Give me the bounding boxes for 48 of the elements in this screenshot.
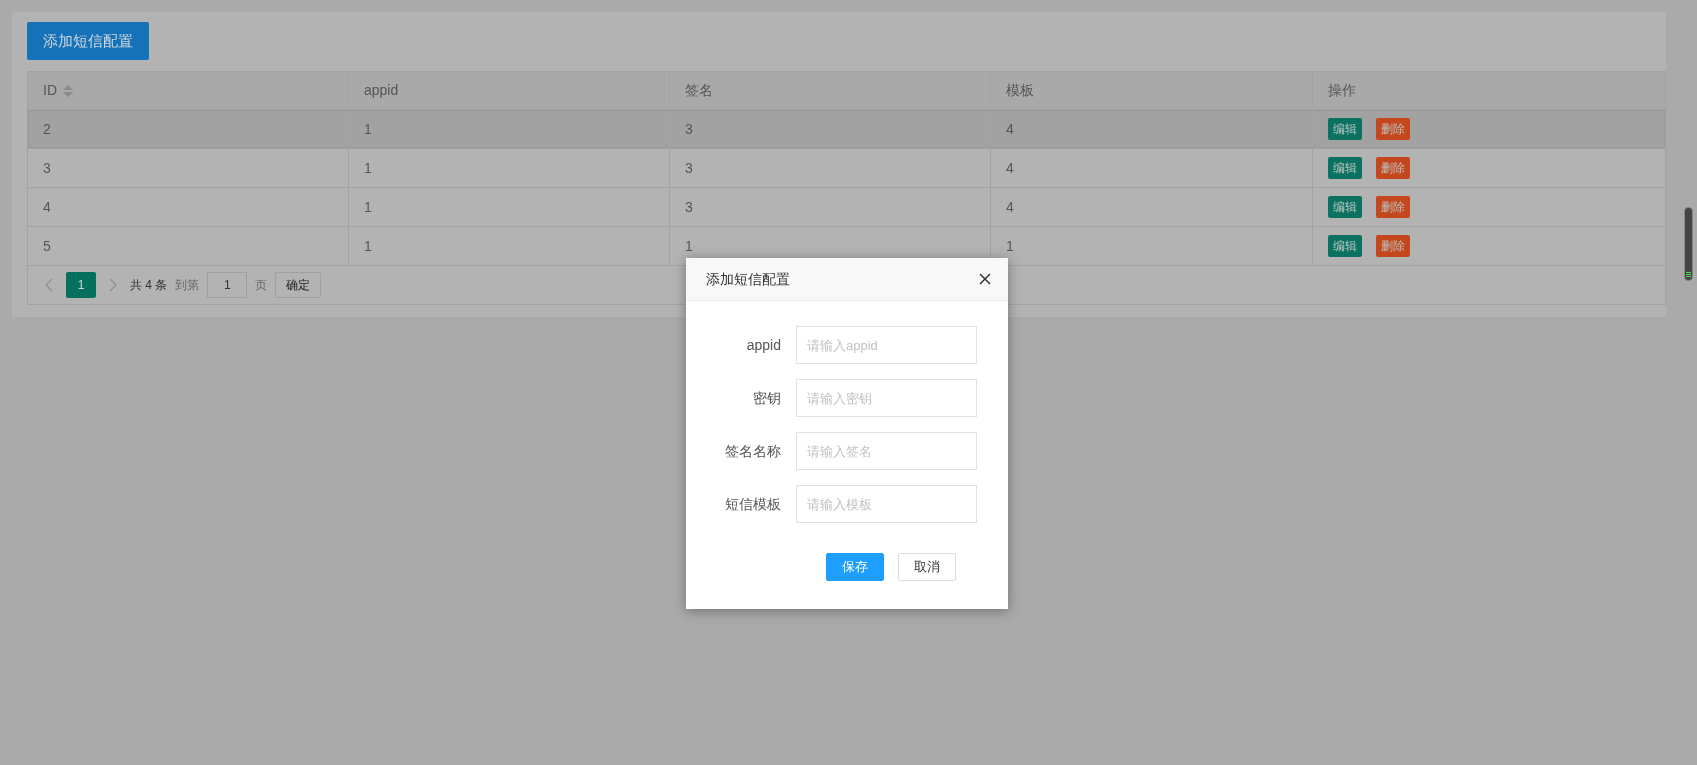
page-unit-label: 页 — [255, 277, 268, 294]
field-label: 密钥 — [752, 388, 781, 408]
save-button[interactable]: 保存 — [826, 553, 884, 581]
cancel-button[interactable]: 取消 — [898, 553, 956, 581]
table-cell-text: 1 — [364, 197, 372, 217]
table-cell-text: 1 — [1006, 236, 1014, 256]
column-header: 操作 — [1328, 81, 1356, 100]
table-cell-text: 1 — [364, 236, 372, 256]
goto-label: 到第 — [175, 277, 200, 294]
field-label: appid — [745, 335, 781, 355]
edit-button[interactable]: 编辑 — [1328, 157, 1362, 179]
delete-button[interactable]: 删除 — [1376, 196, 1410, 218]
table-cell-text: 4 — [43, 197, 51, 217]
prev-page-icon[interactable] — [45, 278, 53, 292]
table-cell-text: 2 — [43, 119, 51, 139]
add-button[interactable]: 添加短信配置 — [27, 22, 149, 60]
delete-button[interactable]: 删除 — [1376, 118, 1410, 140]
confirm-button[interactable]: 确定 — [275, 272, 322, 298]
table-cell-text: 5 — [43, 236, 51, 256]
page-input[interactable]: 1 — [207, 272, 248, 298]
table-cell-text: 3 — [685, 158, 693, 178]
column-header: ID — [43, 81, 57, 100]
sort-icon[interactable] — [63, 84, 73, 97]
close-icon[interactable] — [979, 273, 991, 285]
table-cell-text: 3 — [685, 119, 693, 139]
column-header: appid — [364, 81, 399, 100]
field-label: 签名名称 — [724, 441, 781, 461]
field-label: 短信模板 — [724, 494, 781, 514]
table-cell-text: 4 — [1006, 197, 1014, 217]
table-cell-text: 4 — [1006, 158, 1014, 178]
edit-button[interactable]: 编辑 — [1328, 196, 1362, 218]
dialog-title: 添加短信配置 — [706, 269, 790, 289]
delete-button[interactable]: 删除 — [1376, 235, 1410, 257]
next-page-icon[interactable] — [109, 278, 117, 292]
column-header: 模板 — [1006, 81, 1034, 100]
edit-button[interactable]: 编辑 — [1328, 235, 1362, 257]
total-count: 共 4 条 — [130, 277, 168, 294]
table-cell-text: 1 — [685, 236, 693, 256]
page-button[interactable]: 1 — [66, 272, 96, 298]
table-cell-text: 3 — [685, 197, 693, 217]
table-cell-text: 1 — [364, 158, 372, 178]
table-cell-text: 1 — [364, 119, 372, 139]
edit-button[interactable]: 编辑 — [1328, 118, 1362, 140]
table-cell-text: 4 — [1006, 119, 1014, 139]
scrollbar-thumb[interactable] — [1684, 207, 1693, 281]
delete-button[interactable]: 删除 — [1376, 157, 1410, 179]
table-cell-text: 3 — [43, 158, 51, 178]
column-header: 签名 — [685, 81, 713, 100]
